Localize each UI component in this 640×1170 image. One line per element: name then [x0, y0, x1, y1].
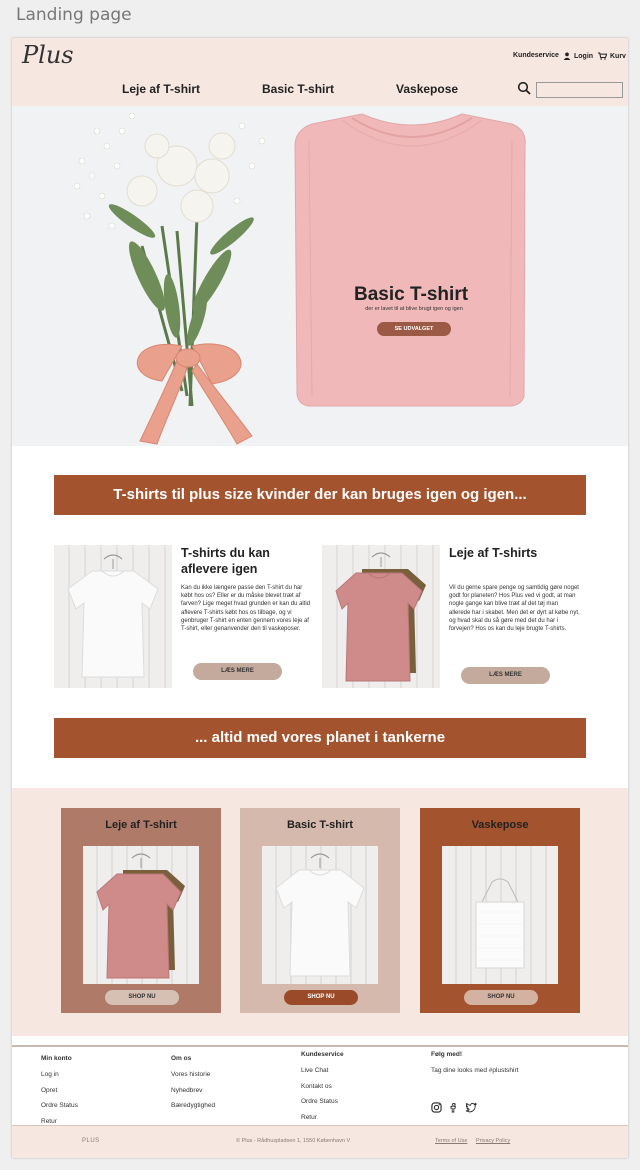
product-title: Leje af T-shirt	[105, 819, 177, 831]
social-links	[431, 1102, 477, 1113]
footer-col-social: Følg med! Tag dine looks med #plustshirt	[431, 1051, 518, 1083]
footer-heading: Min konto	[41, 1055, 72, 1062]
product-title: Vaskepose	[471, 819, 529, 831]
nav-vaskepose[interactable]: Vaskepose	[396, 82, 458, 96]
footer-link[interactable]: Retur	[301, 1114, 344, 1121]
feature-image-white-tshirt	[54, 545, 172, 688]
footer-bottom-bar: PLUS © Plus - Rådhuspladsen 1, 1550 Købe…	[12, 1125, 628, 1158]
footer-link[interactable]: Ordre Status	[41, 1102, 78, 1109]
hero-cta-button[interactable]: SE UDVALGET	[377, 322, 451, 336]
hero-subtitle: der er lavet til at blive brugt igen og …	[365, 306, 463, 312]
facebook-icon[interactable]	[448, 1102, 459, 1113]
feature-title-aflevere: T-shirts du kan aflevere igen	[181, 546, 270, 576]
footer-link[interactable]: Nyhedbrev	[171, 1087, 215, 1094]
footer-link[interactable]: Vores historie	[171, 1071, 215, 1078]
twitter-icon[interactable]	[465, 1102, 477, 1113]
product-card-basic[interactable]: Basic T-shirt SHOP NU	[240, 808, 400, 1013]
footer-col-account: Min konto Log in Opret Ordre Status Retu…	[41, 1055, 78, 1133]
product-image-rental-tshirts	[83, 846, 199, 984]
footer-link[interactable]: Kontakt os	[301, 1083, 344, 1090]
read-more-button-leje[interactable]: LÆS MERE	[461, 667, 550, 684]
footer-col-service: Kundeservice Live Chat Kontakt os Ordre …	[301, 1051, 344, 1129]
login-link[interactable]: Login	[563, 52, 593, 60]
read-more-button-aflevere[interactable]: LÆS MERE	[193, 663, 282, 680]
footer-link[interactable]: Retur	[41, 1118, 78, 1125]
feature-image-rental-tshirts	[322, 545, 440, 688]
footer-heading: Følg med!	[431, 1051, 463, 1058]
feature-title-leje: Leje af T-shirts	[449, 546, 538, 560]
search-input[interactable]	[536, 82, 623, 98]
hero-section: Basic T-shirt der er lavet til at blive …	[12, 106, 628, 446]
product-image-white-tshirt	[262, 846, 378, 984]
footer-link[interactable]: Bæredygtighed	[171, 1102, 215, 1109]
terms-link[interactable]: Terms of Use	[435, 1138, 467, 1144]
frame-label: Landing page	[16, 5, 132, 25]
cart-icon	[598, 52, 607, 60]
footer-brand: PLUS	[82, 1138, 100, 1144]
customer-service-label: Kundeservice	[513, 52, 559, 59]
footer-link[interactable]: Log in	[41, 1071, 78, 1078]
footer-address: © Plus - Rådhuspladsen 1, 1550 København…	[236, 1138, 351, 1144]
product-image-laundry-bag	[442, 846, 558, 984]
login-label: Login	[574, 52, 594, 60]
shop-now-button-leje[interactable]: SHOP NU	[105, 990, 179, 1005]
footer-col-about: Om os Vores historie Nyhedbrev Bæredygti…	[171, 1055, 215, 1118]
site-logo[interactable]: Plus	[22, 41, 74, 69]
banner-top: T-shirts til plus size kvinder der kan b…	[54, 475, 586, 515]
footer-hashtag-text: Tag dine looks med #plustshirt	[431, 1067, 519, 1074]
site-header: Plus Kundeservice Login Kurv Leje af T-s…	[12, 38, 628, 106]
privacy-link[interactable]: Privacy Policy	[476, 1138, 510, 1144]
banner-bottom: ... altid med vores planet i tankerne	[54, 718, 586, 758]
cart-link[interactable]: Kurv	[598, 52, 626, 60]
footer-heading: Om os	[171, 1055, 192, 1062]
hero-image	[73, 112, 526, 445]
search-icon[interactable]	[517, 81, 531, 95]
feature-body-aflevere: Kan du ikke længere passe den T-shirt du…	[181, 585, 311, 633]
product-card-leje[interactable]: Leje af T-shirt SHOP NU	[61, 808, 221, 1013]
product-section: Leje af T-shirt SHOP NU Basic T-shirt SH…	[12, 788, 628, 1036]
product-title: Basic T-shirt	[286, 819, 354, 831]
product-card-vaskepose[interactable]: Vaskepose SHOP NU	[420, 808, 580, 1013]
instagram-icon[interactable]	[431, 1102, 442, 1113]
footer-heading: Kundeservice	[301, 1051, 344, 1058]
footer-link[interactable]: Live Chat	[301, 1067, 344, 1074]
shop-now-button-basic[interactable]: SHOP NU	[284, 990, 358, 1005]
user-icon	[563, 52, 571, 60]
shop-now-button-vaskepose[interactable]: SHOP NU	[464, 990, 538, 1005]
nav-leje-af-tshirt[interactable]: Leje af T-shirt	[122, 82, 200, 96]
footer-link[interactable]: Ordre Status	[301, 1098, 344, 1105]
footer-link[interactable]: Opret	[41, 1087, 78, 1094]
feature-body-leje: Vil du gerne spare penge og samtidig gør…	[449, 585, 580, 633]
customer-service-link[interactable]: Kundeservice	[513, 52, 559, 59]
cart-label: Kurv	[610, 52, 626, 60]
hero-title: Basic T-shirt	[354, 284, 469, 305]
nav-basic-tshirt[interactable]: Basic T-shirt	[262, 82, 334, 96]
landing-page: Plus Kundeservice Login Kurv Leje af T-s…	[12, 38, 628, 1158]
